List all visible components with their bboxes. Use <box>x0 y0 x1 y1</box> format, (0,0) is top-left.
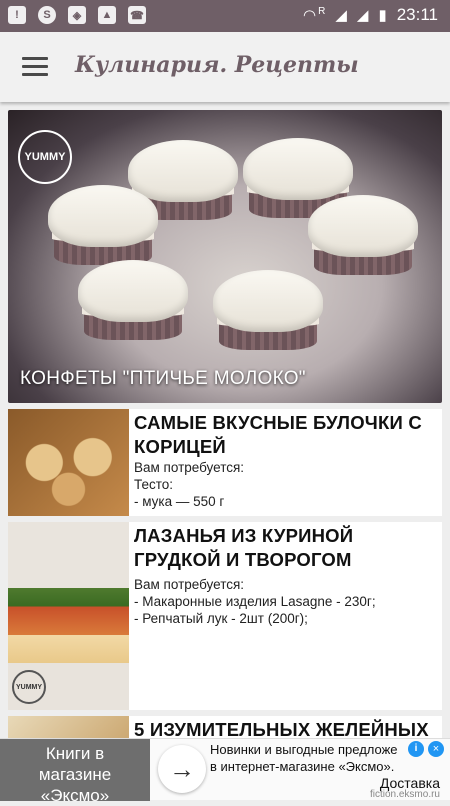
recipe-feed[interactable]: YUMMY КОНФЕТЫ "ПТИЧЬЕ МОЛОКО" САМЫЕ ВКУС… <box>8 110 442 756</box>
close-icon[interactable]: × <box>428 741 444 757</box>
status-bar: ! S ◈ ▲ ☎ ◠ R ◢ ◢ ▮ 23:11 <box>0 0 450 32</box>
recipe-title[interactable]: ЛАЗАНЬЯ ИЗ КУРИНОЙ ГРУДКОЙ И ТВОРОГОМ <box>134 524 438 572</box>
shield-icon: ◈ <box>68 6 86 24</box>
ad-domain: fiction.eksmo.ru <box>369 789 440 800</box>
info-icon[interactable]: i <box>408 741 424 757</box>
arrow-right-icon[interactable]: → <box>158 745 206 793</box>
featured-title[interactable]: КОНФЕТЫ "ПТИЧЬЕ МОЛОКО" <box>20 368 306 390</box>
recipe-line: - мука — 550 г <box>134 494 225 509</box>
ad-left-text: магазине <box>38 765 112 784</box>
battery-icon: ▮ <box>378 7 387 24</box>
recipe-line: Вам потребуется: <box>134 460 245 475</box>
app-title: Кулинария. Рецепты <box>75 52 359 78</box>
recipe-line: - Репчатый лук - 2шт (200г); <box>134 611 308 626</box>
recipe-title[interactable]: САМЫЕ ВКУСНЫЕ БУЛОЧКИ С КОРИЦЕЙ <box>134 411 438 459</box>
app-bar: Кулинария. Рецепты <box>0 32 450 102</box>
status-time: 23:11 <box>396 5 438 24</box>
recipe-thumbnail <box>8 409 129 516</box>
signal-icon: ◢ <box>335 7 347 24</box>
featured-image <box>78 260 188 350</box>
phone-icon: ☎ <box>128 6 146 24</box>
ad-text-line: в интернет-магазине «Эксмо». <box>210 759 395 774</box>
featured-image <box>213 270 323 360</box>
recipe-card[interactable]: САМЫЕ ВКУСНЫЕ БУЛОЧКИ С КОРИЦЕЙ Вам потр… <box>8 409 442 516</box>
yummy-logo: YUMMY <box>18 130 72 184</box>
wifi-icon: ◠ <box>303 7 317 24</box>
network-letter: R <box>318 5 326 17</box>
hamburger-icon[interactable] <box>22 57 48 77</box>
featured-image <box>308 195 418 285</box>
recipe-thumbnail: YUMMY <box>8 522 129 710</box>
yummy-logo: YUMMY <box>12 670 46 704</box>
recipe-card[interactable]: YUMMY ЛАЗАНЬЯ ИЗ КУРИНОЙ ГРУДКОЙ И ТВОРО… <box>8 522 442 710</box>
sync-icon: S <box>38 6 56 24</box>
ad-left-text: Книги в <box>45 744 105 763</box>
ad-left-text: «Эксмо» <box>40 786 110 805</box>
image-icon: ▲ <box>98 6 116 24</box>
recipe-line: - Макаронные изделия Lasagne - 230г; <box>134 594 376 609</box>
recipe-line: Вам потребуется: <box>134 577 245 592</box>
ad-text[interactable]: Новинки и выгодные предложе в интернет-м… <box>210 741 442 775</box>
alert-icon: ! <box>8 6 26 24</box>
featured-recipe-card[interactable]: YUMMY КОНФЕТЫ "ПТИЧЬЕ МОЛОКО" <box>8 110 442 403</box>
ad-image[interactable]: Книги в магазине «Эксмо» <box>0 739 150 805</box>
ad-banner[interactable]: Книги в магазине «Эксмо» → Новинки и выг… <box>0 738 450 805</box>
recipe-line: Тесто: <box>134 477 174 492</box>
signal-icon: ◢ <box>356 7 369 24</box>
